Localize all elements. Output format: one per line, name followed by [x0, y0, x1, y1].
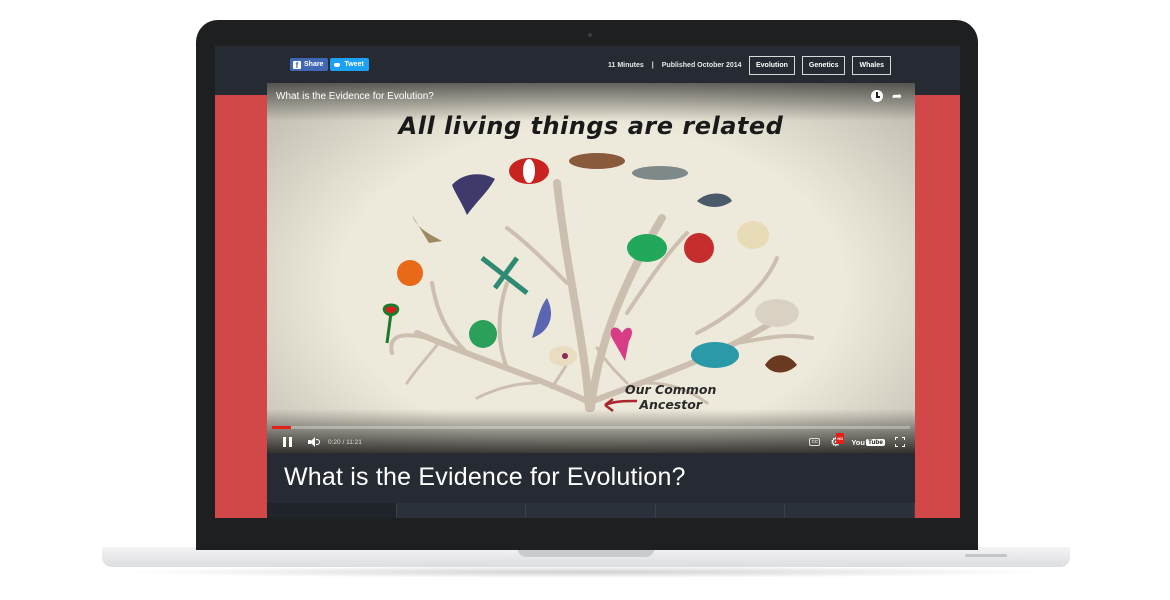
- video-controls: 0:20 / 11:21 CC ⚙HD You Tube: [267, 431, 915, 453]
- meta-separator: |: [651, 62, 654, 69]
- watch-later-icon[interactable]: [871, 90, 883, 102]
- tab-1[interactable]: [267, 503, 397, 518]
- progress-fill: [272, 426, 292, 429]
- youtube-logo-you: You: [851, 437, 865, 447]
- pause-icon[interactable]: [283, 437, 292, 447]
- laptop-shadow: [116, 566, 1056, 578]
- facebook-share-button[interactable]: f Share: [290, 58, 329, 71]
- tag-list: Evolution Genetics Whales: [749, 56, 891, 75]
- common-ancestor-label: Our Common Ancestor: [625, 382, 716, 412]
- video-controls-right: CC ⚙HD You Tube: [809, 432, 905, 448]
- tab-2[interactable]: [397, 503, 527, 518]
- share-arrow-icon[interactable]: ➦: [892, 90, 905, 102]
- video-player[interactable]: All living things are related Our Common…: [267, 83, 915, 453]
- time-display: 0:20 / 11:21: [328, 438, 362, 446]
- screen: f Share Tweet 11 Minutes | Published Oct…: [215, 46, 960, 518]
- twitter-icon: [333, 61, 341, 69]
- laptop-mockup: f Share Tweet 11 Minutes | Published Oct…: [0, 0, 1170, 600]
- youtube-logo[interactable]: You Tube: [851, 438, 885, 447]
- fullscreen-icon[interactable]: [895, 437, 905, 447]
- camera-icon: [588, 33, 592, 37]
- progress-bar[interactable]: [272, 426, 910, 429]
- tag-whales[interactable]: Whales: [852, 56, 891, 75]
- tweet-label: Tweet: [344, 61, 364, 68]
- tag-evolution[interactable]: Evolution: [749, 56, 795, 75]
- duration: 11 Minutes: [608, 62, 644, 69]
- share-label: Share: [304, 61, 324, 68]
- cc-icon[interactable]: CC: [809, 438, 821, 446]
- laptop-slit: [965, 554, 1007, 557]
- gear-icon[interactable]: ⚙HD: [830, 432, 845, 448]
- social-buttons: f Share Tweet: [290, 58, 369, 71]
- tab-4[interactable]: [656, 503, 786, 518]
- page-title: What is the Evidence for Evolution?: [284, 463, 686, 491]
- page-title-bar: What is the Evidence for Evolution?: [267, 453, 915, 503]
- tab-5[interactable]: [785, 503, 915, 518]
- video-title[interactable]: What is the Evidence for Evolution?: [276, 91, 434, 102]
- video-meta: 11 Minutes | Published October 2014: [608, 62, 742, 69]
- video-top-overlay: [267, 83, 915, 121]
- volume-icon[interactable]: [308, 437, 320, 447]
- tab-3[interactable]: [526, 503, 656, 518]
- hd-badge: HD: [836, 432, 845, 444]
- ancestor-line-1: Our Common: [625, 382, 717, 397]
- video-top-icons: ➦: [871, 90, 905, 102]
- twitter-tweet-button[interactable]: Tweet: [330, 58, 369, 71]
- tab-strip: [267, 503, 915, 518]
- published-date: Published October 2014: [661, 62, 742, 69]
- facebook-icon: f: [293, 60, 301, 70]
- youtube-logo-tube: Tube: [865, 438, 885, 446]
- tag-genetics[interactable]: Genetics: [801, 56, 846, 75]
